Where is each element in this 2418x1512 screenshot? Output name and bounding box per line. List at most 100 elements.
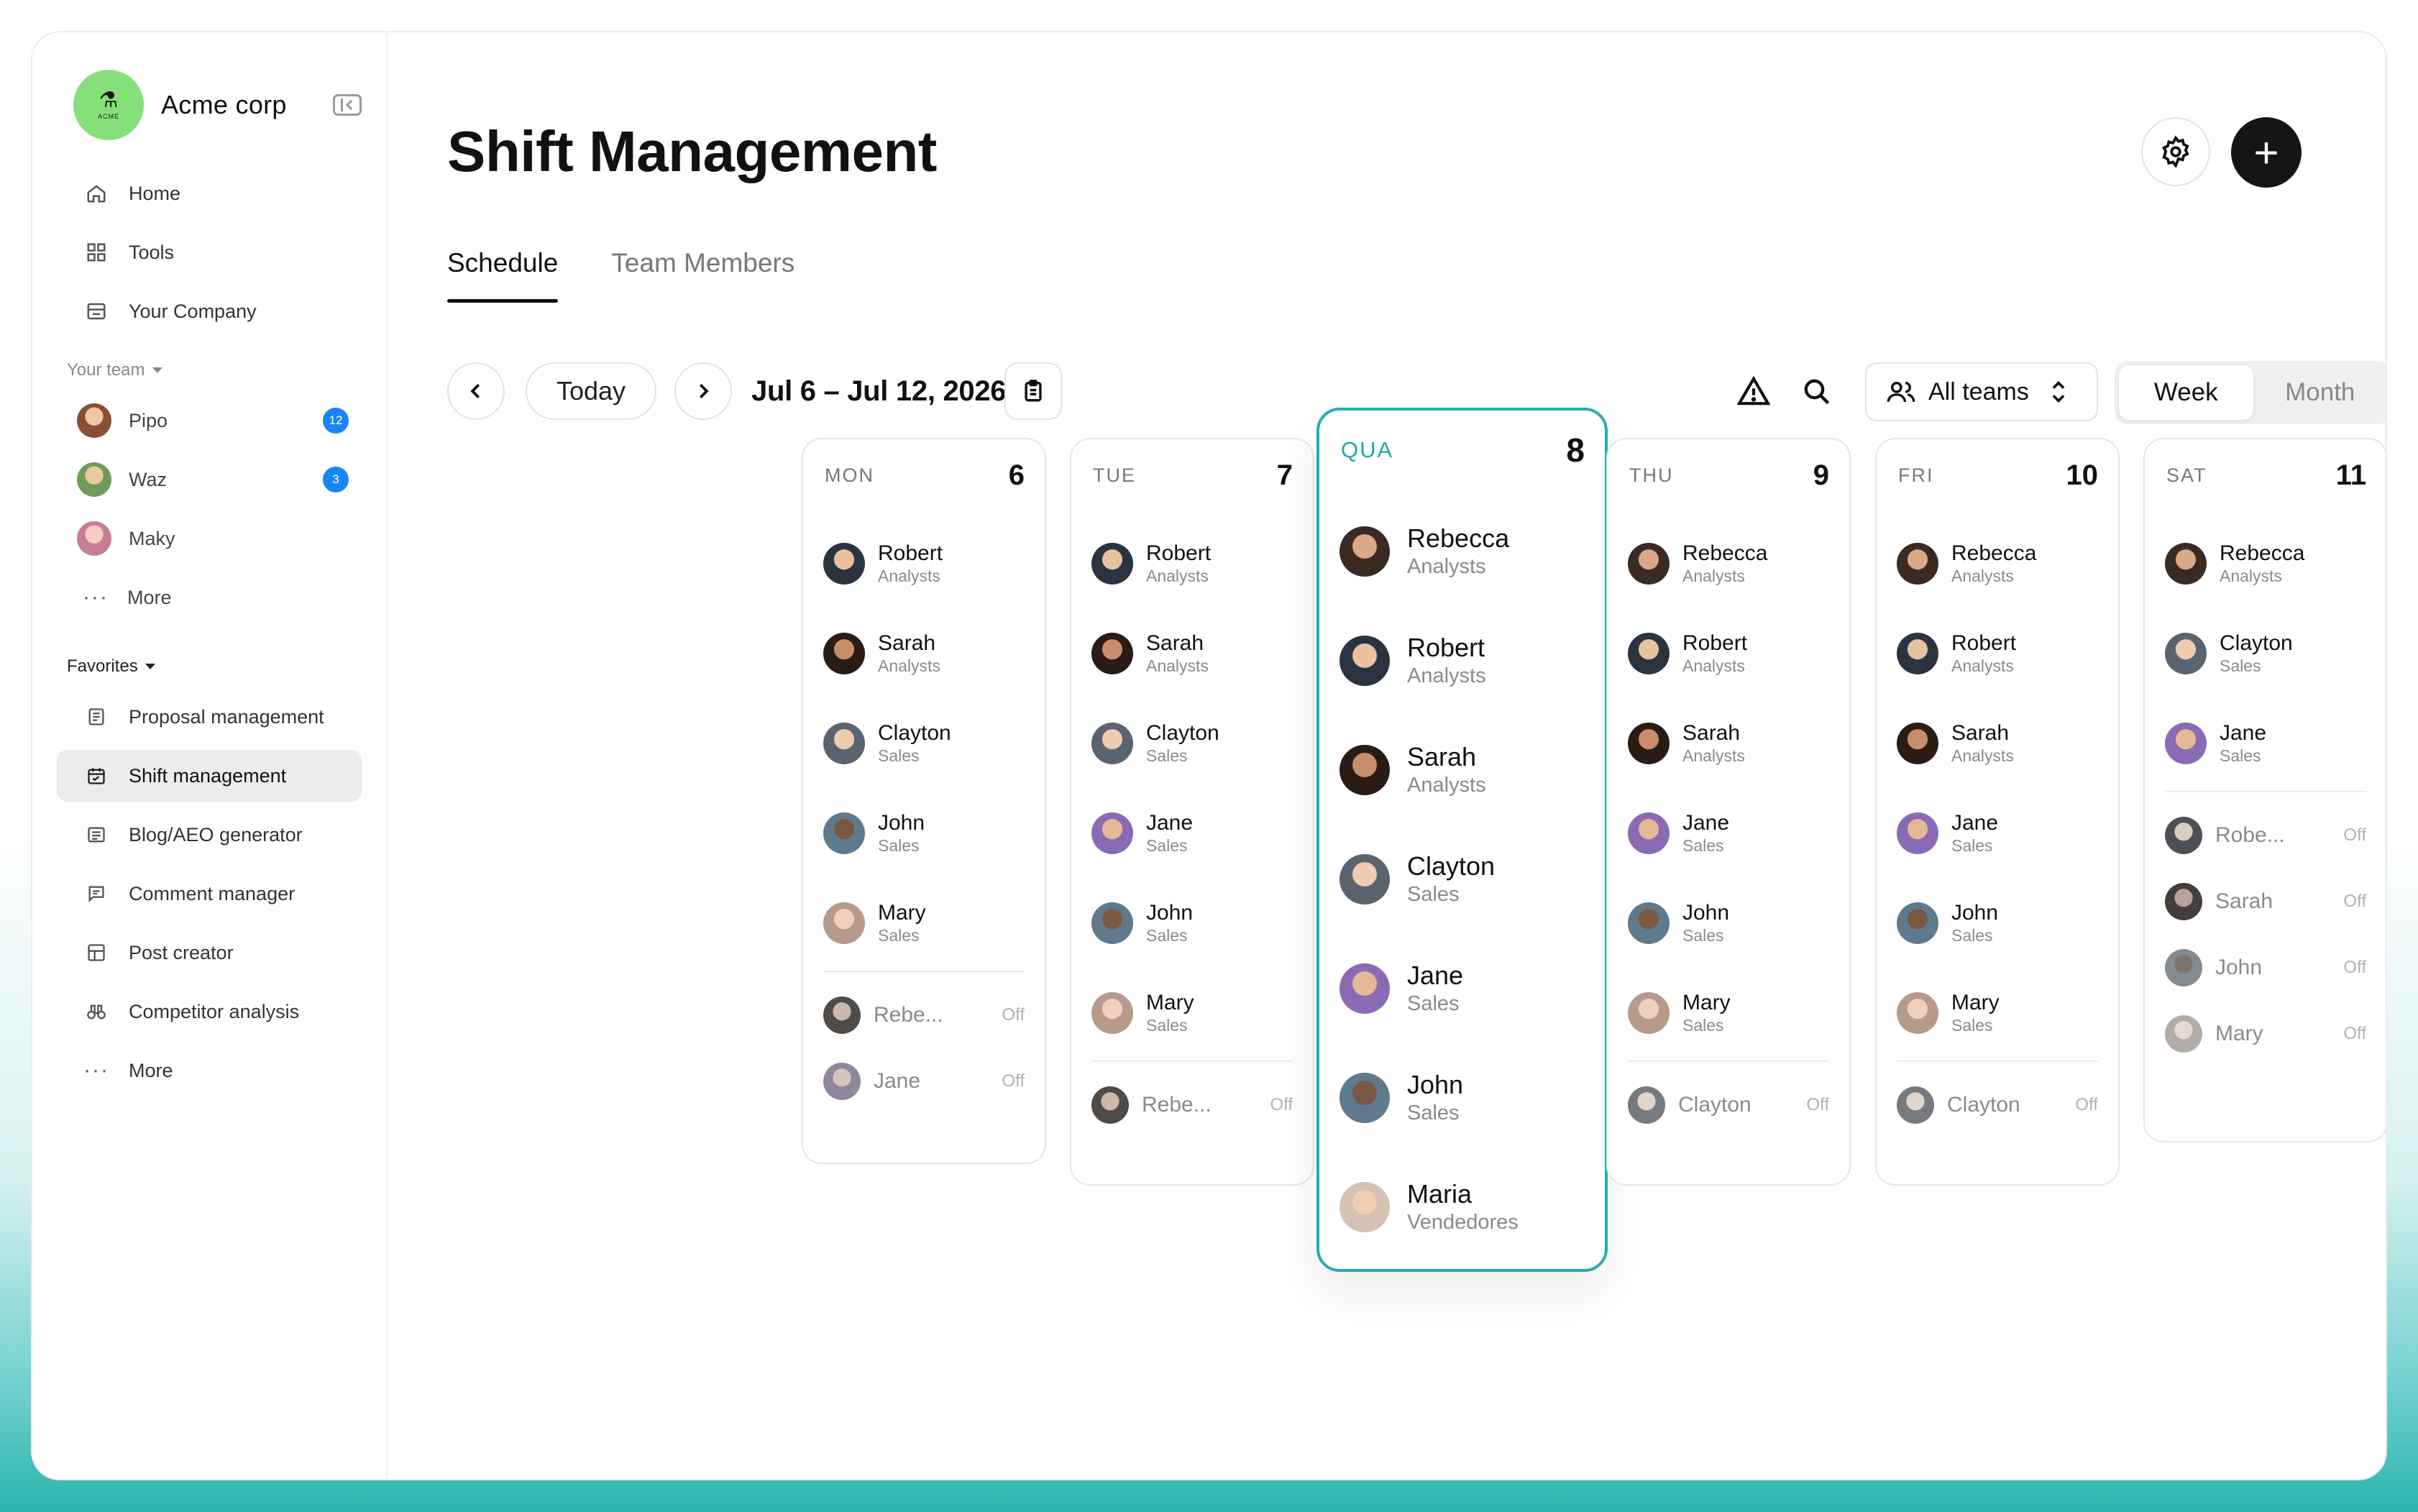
employee-role: Analysts bbox=[1951, 656, 2014, 675]
shift-card[interactable]: Rebecca Analysts bbox=[1339, 497, 1585, 606]
shift-card[interactable]: Mary Sales bbox=[1091, 968, 1293, 1058]
day-header: THU 9 bbox=[1629, 459, 1829, 492]
shift-card[interactable]: Rebecca Analysts bbox=[1628, 518, 1829, 608]
avatar bbox=[823, 812, 865, 854]
shift-card[interactable]: Mary Sales bbox=[823, 878, 1025, 968]
clipboard-button[interactable] bbox=[1004, 362, 1062, 420]
tab-schedule[interactable]: Schedule bbox=[447, 248, 559, 303]
shift-card[interactable]: Sarah Analysts bbox=[1339, 715, 1585, 825]
favorites-label: Favorites bbox=[67, 656, 138, 676]
employee-name: Clayton bbox=[878, 720, 951, 745]
off-row[interactable]: Mary Off bbox=[2165, 1001, 2366, 1067]
off-row[interactable]: Rebe... Off bbox=[1091, 1072, 1293, 1138]
caret-down-icon bbox=[145, 664, 155, 669]
shift-card[interactable]: John Sales bbox=[1628, 878, 1829, 968]
shift-card[interactable]: Robert Analysts bbox=[823, 518, 1025, 608]
avatar bbox=[1091, 991, 1133, 1034]
shift-card[interactable]: Jane Sales bbox=[1628, 788, 1829, 878]
shift-card[interactable]: Rebecca Analysts bbox=[1897, 518, 2098, 608]
shift-card[interactable]: Jane Sales bbox=[1091, 788, 1293, 878]
settings-button[interactable] bbox=[2141, 117, 2210, 186]
off-status: Off bbox=[2343, 825, 2366, 845]
fav-comment-manager[interactable]: Comment manager bbox=[57, 868, 362, 920]
shift-card[interactable]: Clayton Sales bbox=[1339, 825, 1585, 934]
avatar bbox=[2165, 1015, 2202, 1053]
off-row[interactable]: Sarah Off bbox=[2165, 869, 2366, 935]
shift-card[interactable]: Sarah Analysts bbox=[823, 608, 1025, 698]
team-member-waz[interactable]: Waz 3 bbox=[57, 454, 362, 505]
fav-blog-generator[interactable]: Blog/AEO generator bbox=[57, 809, 362, 861]
shift-list: Robert Analysts Sarah Analysts Clayton Sales J… bbox=[1091, 518, 1293, 1138]
shift-card[interactable]: John Sales bbox=[823, 788, 1025, 878]
search-button[interactable] bbox=[1795, 362, 1838, 420]
shift-card[interactable]: Clayton Sales bbox=[2165, 608, 2366, 698]
employee-role: Analysts bbox=[1951, 746, 2014, 765]
nav-label: Proposal management bbox=[129, 705, 324, 728]
shift-card[interactable]: John Sales bbox=[1897, 878, 2098, 968]
collapse-sidebar-icon[interactable] bbox=[333, 94, 362, 116]
avatar bbox=[1628, 902, 1670, 944]
today-button[interactable]: Today bbox=[526, 362, 656, 420]
shift-card[interactable]: Jane Sales bbox=[1897, 788, 2098, 878]
view-week-button[interactable]: Week bbox=[2119, 365, 2253, 420]
alerts-button[interactable] bbox=[1732, 362, 1775, 420]
nav-home[interactable]: Home bbox=[57, 168, 362, 219]
avatar bbox=[1339, 526, 1390, 577]
add-shift-button[interactable]: + bbox=[2231, 117, 2302, 188]
shift-card[interactable]: Maria Vendedores bbox=[1339, 1153, 1585, 1262]
shift-card[interactable]: Jane Sales bbox=[2165, 698, 2366, 788]
shift-card[interactable]: Clayton Sales bbox=[823, 698, 1025, 788]
team-member-maky[interactable]: Maky bbox=[57, 513, 362, 564]
view-month-button[interactable]: Month bbox=[2253, 365, 2386, 420]
calendar-icon bbox=[83, 762, 110, 789]
favorites-more[interactable]: ··· More bbox=[57, 1045, 362, 1096]
off-row[interactable]: Rebe... Off bbox=[823, 982, 1025, 1048]
off-row[interactable]: Clayton Off bbox=[1628, 1072, 1829, 1138]
team-more[interactable]: ··· More bbox=[57, 572, 362, 623]
your-team-toggle[interactable]: Your team bbox=[57, 356, 362, 385]
shift-card[interactable]: Robert Analysts bbox=[1628, 608, 1829, 698]
shift-card[interactable]: Robert Analysts bbox=[1091, 518, 1293, 608]
shift-card[interactable]: Robert Analysts bbox=[1339, 606, 1585, 715]
off-row[interactable]: Clayton Off bbox=[1897, 1072, 2098, 1138]
shift-card[interactable]: Mary Sales bbox=[1628, 968, 1829, 1058]
shift-card[interactable]: Sarah Analysts bbox=[1897, 698, 2098, 788]
avatar bbox=[2165, 722, 2207, 764]
shift-card[interactable]: Jane Sales bbox=[1339, 934, 1585, 1043]
avatar bbox=[1897, 632, 1938, 674]
tab-team-members[interactable]: Team Members bbox=[611, 248, 794, 303]
nav-tools[interactable]: Tools bbox=[57, 226, 362, 278]
plus-icon: + bbox=[2253, 128, 2279, 177]
fav-post-creator[interactable]: Post creator bbox=[57, 927, 362, 979]
avatar bbox=[2165, 632, 2207, 674]
shift-card[interactable]: Clayton Sales bbox=[1091, 698, 1293, 788]
avatar bbox=[1091, 722, 1133, 764]
shift-card[interactable]: John Sales bbox=[1091, 878, 1293, 968]
fav-proposal-management[interactable]: Proposal management bbox=[57, 691, 362, 743]
fav-competitor-analysis[interactable]: Competitor analysis bbox=[57, 986, 362, 1037]
shift-card[interactable]: Sarah Analysts bbox=[1628, 698, 1829, 788]
brand[interactable]: ⚗ ACME Acme corp bbox=[73, 70, 362, 140]
favorites-toggle[interactable]: Favorites bbox=[57, 652, 362, 681]
shift-info: Jane Sales bbox=[2220, 721, 2266, 766]
previous-week-button[interactable] bbox=[447, 362, 505, 420]
nav-label: Competitor analysis bbox=[129, 1000, 300, 1022]
off-row[interactable]: Jane Off bbox=[823, 1048, 1025, 1114]
shift-card[interactable]: John Sales bbox=[1339, 1043, 1585, 1153]
team-member-pipo[interactable]: Pipo 12 bbox=[57, 395, 362, 446]
off-row[interactable]: John Off bbox=[2165, 935, 2366, 1001]
off-divider bbox=[1091, 1060, 1293, 1062]
avatar bbox=[823, 902, 865, 944]
off-row[interactable]: Robe... Off bbox=[2165, 802, 2366, 869]
off-status: Off bbox=[2075, 1095, 2098, 1114]
off-status: Off bbox=[1002, 1071, 1025, 1091]
shift-info: Sarah Analysts bbox=[1407, 742, 1486, 798]
fav-shift-management[interactable]: Shift management bbox=[57, 750, 362, 802]
shift-card[interactable]: Mary Sales bbox=[1897, 968, 2098, 1058]
shift-card[interactable]: Rebecca Analysts bbox=[2165, 518, 2366, 608]
nav-your-company[interactable]: Your Company bbox=[57, 285, 362, 337]
teams-select[interactable]: All teams bbox=[1865, 362, 2098, 421]
shift-card[interactable]: Sarah Analysts bbox=[1091, 608, 1293, 698]
shift-card[interactable]: Robert Analysts bbox=[1897, 608, 2098, 698]
next-week-button[interactable] bbox=[674, 362, 732, 420]
